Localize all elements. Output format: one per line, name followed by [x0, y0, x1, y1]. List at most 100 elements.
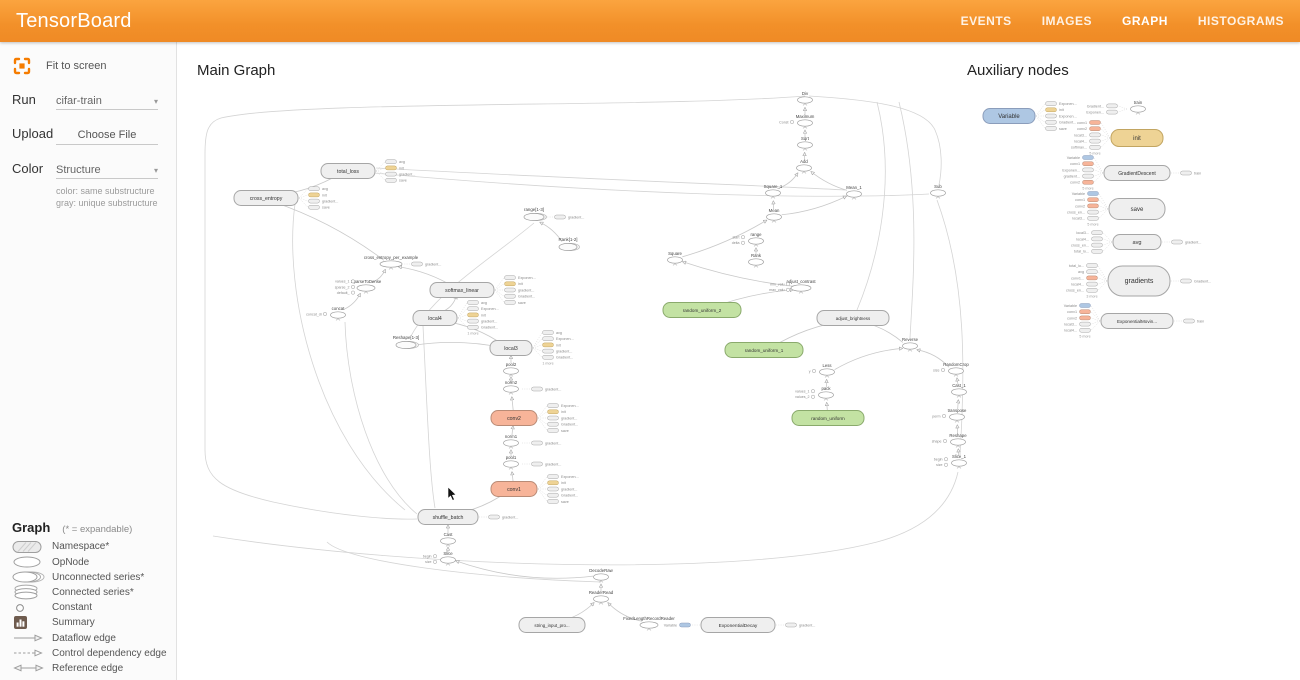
graph-node-reader[interactable]: ReaderRead	[589, 590, 614, 605]
graph-node-aux_train[interactable]: trainGradient...Exponen...	[1086, 100, 1145, 115]
stub-node-save[interactable]	[505, 300, 516, 304]
stub-node-init[interactable]	[309, 193, 320, 197]
const-node-size[interactable]	[433, 560, 436, 563]
graph-node-div[interactable]: Div	[798, 91, 813, 106]
graph-node-aux_save[interactable]: saveVariableconv1conv2cross_en...local3.…	[1067, 192, 1165, 227]
stub-node-variable[interactable]	[1080, 304, 1091, 308]
stub-node-init[interactable]	[386, 166, 397, 170]
stub-node-gradient-[interactable]	[468, 325, 479, 329]
graph-node-expdecay[interactable]: ExponentialDecayVariablegradient...	[664, 618, 816, 633]
graph-canvas[interactable]: total_lossavginitgradient...savecross_en…	[177, 42, 1300, 680]
stub-node-conv1[interactable]	[1090, 121, 1101, 125]
stub-node-variable[interactable]	[1083, 156, 1094, 160]
stub-node-exponen-[interactable]	[543, 337, 554, 341]
graph-node-range13[interactable]: range[1-3]gradient...	[524, 207, 584, 221]
stub-node-total-lo-[interactable]	[1087, 264, 1098, 268]
nav-tab-images[interactable]: IMAGES	[1042, 14, 1092, 28]
stub-node-conv1[interactable]	[1088, 198, 1099, 202]
graph-node-cast[interactable]: Cast	[441, 532, 456, 547]
stub-node-exponen-[interactable]	[1107, 110, 1118, 114]
stub-node-init[interactable]	[505, 282, 516, 286]
stub-node-conv1-[interactable]	[1087, 276, 1098, 280]
stub-node-exponen-[interactable]	[505, 276, 516, 280]
stub-node-gradient-[interactable]	[309, 199, 320, 203]
upload-choose-file-button[interactable]: Choose File	[56, 129, 158, 145]
graph-node-reverse[interactable]: Reverse	[902, 337, 919, 352]
stub-node-gradient-[interactable]	[412, 262, 423, 266]
stub-node-gradient-[interactable]	[1107, 104, 1118, 108]
graph-node-add[interactable]: Add	[797, 159, 812, 174]
graph-node-ru1[interactable]: random_uniform_1	[725, 343, 803, 358]
graph-node-mean[interactable]: Mean	[767, 208, 782, 223]
stub-node-avg[interactable]	[309, 187, 320, 191]
stub-node-conv2[interactable]	[1088, 204, 1099, 208]
graph-node-pool1[interactable]: pool1gradient...	[504, 455, 562, 470]
fit-to-screen-button[interactable]: Fit to screen	[12, 56, 176, 76]
graph-node-sqrt[interactable]: Sqrt	[798, 136, 813, 151]
stub-node-save[interactable]	[1046, 126, 1057, 130]
graph-node-sparse[interactable]: SparseToDensevalues_1sparse_2default_	[335, 279, 382, 295]
graph-node-pack_op[interactable]: packvalues_1values_2	[795, 386, 833, 401]
graph-node-pool2[interactable]: pool2	[504, 362, 519, 377]
stub-node-gradient-[interactable]	[532, 441, 543, 445]
stub-node-save[interactable]	[309, 205, 320, 209]
graph-node-conv2[interactable]: conv2Exponen...initgradient...Gradient..…	[491, 404, 579, 433]
graph-node-adjust_brightness[interactable]: adjust_brightness	[817, 311, 889, 326]
const-node-start[interactable]	[741, 236, 744, 239]
stub-node-gradient-[interactable]	[555, 215, 566, 219]
graph-node-conv1[interactable]: conv1Exponen...initgradient...Gradient..…	[491, 475, 579, 504]
stub-node-gradient-[interactable]	[532, 387, 543, 391]
nav-tab-graph[interactable]: GRAPH	[1122, 14, 1168, 28]
stub-node-gradient-[interactable]	[505, 294, 516, 298]
stub-node-gradient-[interactable]	[1083, 174, 1094, 178]
stub-node-exponen-[interactable]	[548, 404, 559, 408]
graph-node-aux_avg[interactable]: avglocal3...local4...cross_en...total_lo…	[1071, 231, 1201, 254]
stub-node-gradient-[interactable]	[505, 288, 516, 292]
stub-node-exponen-[interactable]	[1083, 168, 1094, 172]
graph-node-norm1[interactable]: norm1gradient...	[504, 434, 562, 449]
const-node-perm[interactable]	[942, 414, 945, 417]
graph-node-maximum[interactable]: MaximumConst	[779, 114, 815, 129]
graph-node-slice1[interactable]: Slice_1beginsize	[934, 454, 967, 469]
stub-node-cross-en-[interactable]	[1088, 210, 1099, 214]
stub-node-save[interactable]	[548, 499, 559, 503]
stub-node-local3-[interactable]	[1090, 133, 1101, 137]
graph-node-adjust_contrast[interactable]: adjust_contrastmin_valumax_valu	[769, 279, 816, 294]
const-node-size[interactable]	[944, 463, 947, 466]
color-select[interactable]: Structure ▾	[56, 164, 158, 179]
stub-node-gradient-[interactable]	[548, 493, 559, 497]
stub-node-conv2[interactable]	[1080, 316, 1091, 320]
nav-tab-histograms[interactable]: HISTOGRAMS	[1198, 14, 1284, 28]
stub-node-train[interactable]	[1181, 171, 1192, 175]
stub-node-conv1[interactable]	[1080, 310, 1091, 314]
const-node-begin[interactable]	[944, 458, 947, 461]
stub-node-init[interactable]	[548, 481, 559, 485]
stub-node-save[interactable]	[548, 428, 559, 432]
stub-node-local4-[interactable]	[1080, 328, 1091, 332]
graph-node-slice[interactable]: Slicebeginsize	[423, 551, 456, 566]
const-node-min-valu[interactable]	[786, 283, 789, 286]
stub-node-gradient-[interactable]	[1046, 120, 1057, 124]
stub-node-gradient-[interactable]	[489, 515, 500, 519]
graph-node-reshape13[interactable]: Reshape[1-3]	[393, 335, 419, 349]
graph-node-rank12[interactable]: Rank[1-2]	[558, 237, 579, 251]
const-node-begin[interactable]	[433, 555, 436, 558]
stub-node-avg[interactable]	[1087, 270, 1098, 274]
graph-node-norm2[interactable]: norm2gradient...	[504, 380, 562, 395]
graph-node-less[interactable]: Lessy	[809, 363, 835, 378]
stub-node-local3-[interactable]	[1092, 231, 1103, 235]
graph-node-range_op[interactable]: rangestartdelta	[732, 232, 764, 247]
const-node-size[interactable]	[941, 368, 944, 371]
graph-node-sub[interactable]: Sub	[931, 184, 946, 199]
const-node-y[interactable]	[812, 369, 815, 372]
stub-node-exponen-[interactable]	[1046, 114, 1057, 118]
stub-node-total-lo-[interactable]	[1092, 249, 1103, 253]
const-node-default-[interactable]	[351, 291, 354, 294]
graph-node-aux_gd[interactable]: GradientDescentVariableconv1Exponen...gr…	[1062, 156, 1201, 191]
graph-node-ru2[interactable]: random_uniform_2	[663, 303, 741, 318]
stub-node-gradient-[interactable]	[548, 422, 559, 426]
graph-node-ru0[interactable]: random_uniform	[792, 411, 864, 426]
stub-node-gradient-[interactable]	[786, 623, 797, 627]
stub-node-gradient-[interactable]	[543, 349, 554, 353]
stub-node-local4-[interactable]	[1092, 237, 1103, 241]
